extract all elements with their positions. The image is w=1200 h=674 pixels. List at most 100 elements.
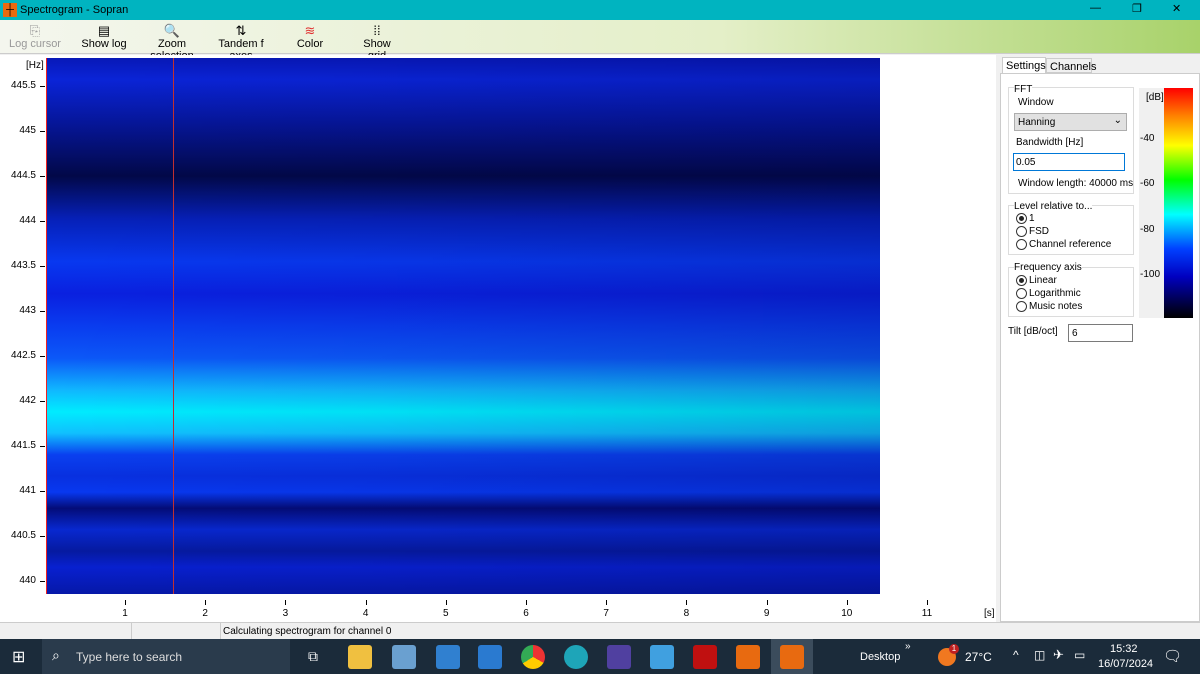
y-tick-mark: [40, 491, 45, 492]
x-axis-unit: [s]: [984, 608, 995, 619]
x-tick-mark: [365, 600, 367, 605]
y-axis-unit: [Hz]: [26, 60, 44, 71]
level-radio-1[interactable]: 1: [1016, 213, 1035, 224]
colorbar-tick-label: -100: [1140, 268, 1161, 280]
button-label: Log cursor: [9, 38, 61, 50]
x-tick-mark: [606, 600, 608, 605]
magnifier-icon: 🔍: [163, 23, 181, 38]
minimize-button[interactable]: —: [1090, 2, 1101, 14]
freq-radio-music-notes[interactable]: Music notes: [1016, 301, 1082, 312]
bandwidth-input[interactable]: [1013, 153, 1125, 171]
radio-icon: [1016, 239, 1027, 250]
log-icon: ▤: [97, 23, 111, 38]
app-icon-purple[interactable]: [607, 645, 631, 669]
x-tick-mark: [846, 600, 848, 605]
camera-icon[interactable]: ◫: [1034, 648, 1045, 662]
status-divider: [131, 623, 132, 639]
x-tick-mark: [927, 600, 928, 605]
colorbar-unit: [dB]: [1146, 92, 1164, 103]
tab-channels[interactable]: Channels: [1046, 58, 1096, 73]
fft-label: FFT: [1014, 84, 1033, 95]
x-tick-mark: [125, 600, 126, 605]
spectrogram-plot[interactable]: [46, 58, 880, 594]
notepad-icon[interactable]: [392, 645, 416, 669]
store-icon[interactable]: [436, 645, 460, 669]
x-tick-label: 5: [443, 608, 449, 619]
x-tick-label: 2: [202, 608, 208, 619]
close-button[interactable]: ✕: [1172, 2, 1181, 15]
taskbar-search[interactable]: ⌕ Type here to search: [42, 639, 290, 674]
x-tick-mark: [686, 600, 688, 605]
y-tick-label: 442.5: [10, 350, 36, 361]
acrobat-icon[interactable]: [693, 645, 717, 669]
y-tick-mark: [40, 581, 45, 582]
radio-label: Linear: [1029, 275, 1057, 286]
tilt-input[interactable]: [1068, 324, 1133, 342]
x-tick-label: 8: [683, 608, 690, 619]
x-tick-label: 3: [282, 608, 289, 619]
radio-label: Music notes: [1029, 301, 1083, 312]
x-tick-label: 10: [841, 608, 853, 619]
color-button[interactable]: ≋ Color: [290, 23, 330, 50]
y-tick-mark: [40, 311, 45, 312]
time-cursor[interactable]: [172, 58, 174, 594]
notifications-icon[interactable]: 🗨: [1163, 647, 1182, 665]
level-radio-fsd[interactable]: FSD: [1016, 226, 1049, 237]
search-placeholder: Type here to search: [76, 650, 183, 664]
mail-icon[interactable]: [478, 645, 502, 669]
level-radio-channel-reference[interactable]: Channel reference: [1016, 239, 1111, 250]
chrome-icon[interactable]: [521, 645, 545, 669]
status-message: Calculating spectrogram for channel 0: [223, 626, 392, 637]
sopran-active-icon[interactable]: [771, 639, 813, 674]
x-tick-label: 11: [921, 608, 933, 619]
radio-icon: [1016, 226, 1027, 237]
y-tick-label: 441.5: [10, 440, 36, 451]
clock-date[interactable]: 16/07/2024: [1098, 658, 1153, 670]
maximize-button[interactable]: ❐: [1132, 2, 1142, 15]
y-tick-mark: [40, 446, 45, 447]
log-cursor-button[interactable]: ⎘ Log cursor: [6, 23, 64, 50]
tab-settings[interactable]: Settings: [1002, 57, 1046, 74]
y-tick-mark: [40, 176, 45, 177]
windows-start-icon[interactable]: ⊞: [12, 647, 25, 667]
clock-time[interactable]: 15:32: [1110, 643, 1138, 655]
tilt-label: Tilt [dB/oct]: [1008, 326, 1058, 337]
desktop-button[interactable]: Desktop: [860, 651, 900, 663]
title-bar: ┼ Spectrogram - Sopran — ❐ ✕: [0, 0, 1200, 20]
radio-icon: [1016, 213, 1027, 224]
weather-temperature[interactable]: 27°C: [965, 650, 992, 664]
app-icon: ┼: [3, 3, 17, 17]
show-log-button[interactable]: ▤ Show log: [78, 23, 130, 50]
task-view-icon[interactable]: ⧉: [308, 648, 318, 665]
photos-icon[interactable]: [650, 645, 674, 669]
grid-icon: ⁞⁞: [373, 23, 381, 38]
chevron-down-icon: ⌄: [1113, 115, 1122, 126]
sopran-icon[interactable]: [736, 645, 760, 669]
airplane-icon[interactable]: ✈: [1053, 647, 1064, 663]
window-label: Window: [1018, 97, 1054, 108]
y-tick-mark: [40, 536, 45, 537]
y-tick-label: 444.5: [10, 170, 36, 181]
y-tick-label: 443.5: [10, 260, 36, 271]
status-divider: [220, 623, 221, 639]
x-tick-mark: [526, 600, 527, 605]
level-label: Level relative to...: [1014, 201, 1093, 212]
x-tick-mark: [205, 600, 207, 605]
status-bar: Calculating spectrogram for channel 0: [0, 622, 1200, 639]
x-tick-label: 1: [122, 608, 128, 619]
window-select-value: Hanning: [1018, 117, 1056, 128]
tray-chevron-up-icon[interactable]: ^: [1013, 648, 1019, 662]
weather-badge: 1: [949, 644, 959, 654]
battery-icon[interactable]: ▭: [1074, 648, 1085, 662]
freq-radio-linear[interactable]: Linear: [1016, 275, 1057, 286]
y-tick-label: 442: [19, 395, 36, 406]
y-tick-mark: [40, 221, 45, 222]
radio-label: 1: [1029, 213, 1035, 224]
edge-icon[interactable]: [564, 645, 588, 669]
freq-radio-logarithmic[interactable]: Logarithmic: [1016, 288, 1081, 299]
colorbar-tick-label: -40: [1140, 133, 1155, 144]
window-select[interactable]: Hanning ⌄: [1014, 113, 1127, 131]
x-tick-label: 7: [603, 608, 609, 619]
radio-label: FSD: [1029, 226, 1049, 237]
file-explorer-icon[interactable]: [348, 645, 372, 669]
